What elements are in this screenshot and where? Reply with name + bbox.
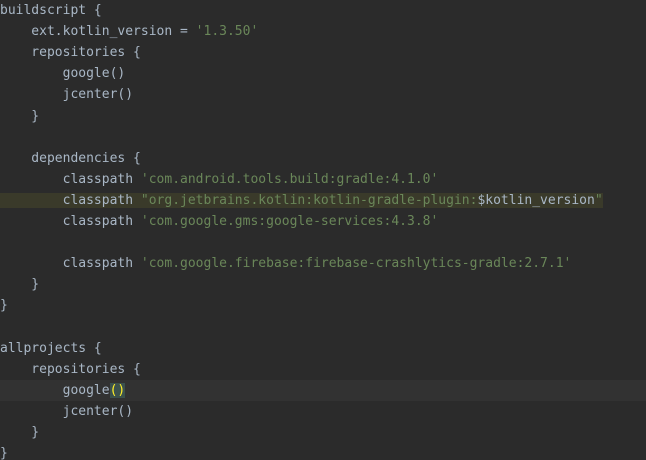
code-token: } — [0, 425, 40, 440]
code-token: repositories { — [0, 361, 141, 377]
code-token: classpath — [0, 256, 141, 272]
code-line[interactable]: allprojects { — [0, 338, 646, 359]
code-token: ext.kotlin_version = — [0, 24, 196, 40]
code-line[interactable]: } — [0, 295, 646, 316]
code-line[interactable]: } — [0, 106, 646, 127]
code-line[interactable]: classpath 'com.google.firebase:firebase-… — [0, 253, 646, 274]
code-line[interactable]: google() — [0, 63, 646, 84]
code-token: jcenter() — [0, 403, 134, 419]
code-token: $kotlin_version — [477, 192, 595, 208]
code-line[interactable] — [0, 232, 646, 253]
string-token: 'com.google.firebase:firebase-crashlytic… — [140, 256, 572, 272]
matched-brace-token: () — [109, 382, 126, 398]
code-token: google — [0, 382, 110, 398]
code-line[interactable]: ext.kotlin_version = '1.3.50' — [0, 21, 646, 42]
code-line[interactable]: jcenter() — [0, 401, 646, 422]
code-line[interactable] — [0, 127, 646, 148]
code-token: dependencies { — [0, 150, 141, 166]
code-line[interactable]: } — [0, 422, 646, 443]
string-token: " — [594, 192, 603, 208]
code-line[interactable]: buildscript { — [0, 0, 646, 21]
string-token: "org.jetbrains.kotlin:kotlin-gradle-plug… — [140, 192, 478, 208]
code-token: } — [0, 298, 8, 314]
code-line[interactable]: jcenter() — [0, 84, 646, 105]
code-token: allprojects { — [0, 340, 102, 356]
code-line[interactable] — [0, 317, 646, 338]
string-token: 'com.android.tools.build:gradle:4.1.0' — [140, 171, 439, 187]
code-line[interactable]: classpath "org.jetbrains.kotlin:kotlin-g… — [0, 190, 646, 211]
code-token: classpath — [0, 192, 141, 208]
code-token: jcenter() — [0, 87, 134, 103]
code-editor[interactable]: buildscript { ext.kotlin_version = '1.3.… — [0, 0, 646, 460]
code-token: repositories { — [0, 45, 141, 61]
code-token: } — [0, 446, 8, 460]
code-token: google() — [0, 66, 126, 82]
code-line[interactable]: classpath 'com.android.tools.build:gradl… — [0, 169, 646, 190]
code-line[interactable]: } — [0, 443, 646, 460]
code-line[interactable]: repositories { — [0, 42, 646, 63]
code-line[interactable]: } — [0, 274, 646, 295]
code-token: classpath — [0, 171, 141, 187]
code-line[interactable]: repositories { — [0, 359, 646, 380]
code-token: } — [0, 277, 40, 293]
code-line[interactable]: dependencies { — [0, 148, 646, 169]
string-token: '1.3.50' — [195, 24, 259, 40]
code-token: buildscript { — [0, 3, 102, 18]
code-token: } — [0, 108, 40, 124]
code-line[interactable]: google() — [0, 379, 646, 401]
code-line[interactable]: classpath 'com.google.gms:google-service… — [0, 211, 646, 232]
string-token: 'com.google.gms:google-services:4.3.8' — [140, 214, 439, 229]
code-token: classpath — [0, 214, 141, 229]
